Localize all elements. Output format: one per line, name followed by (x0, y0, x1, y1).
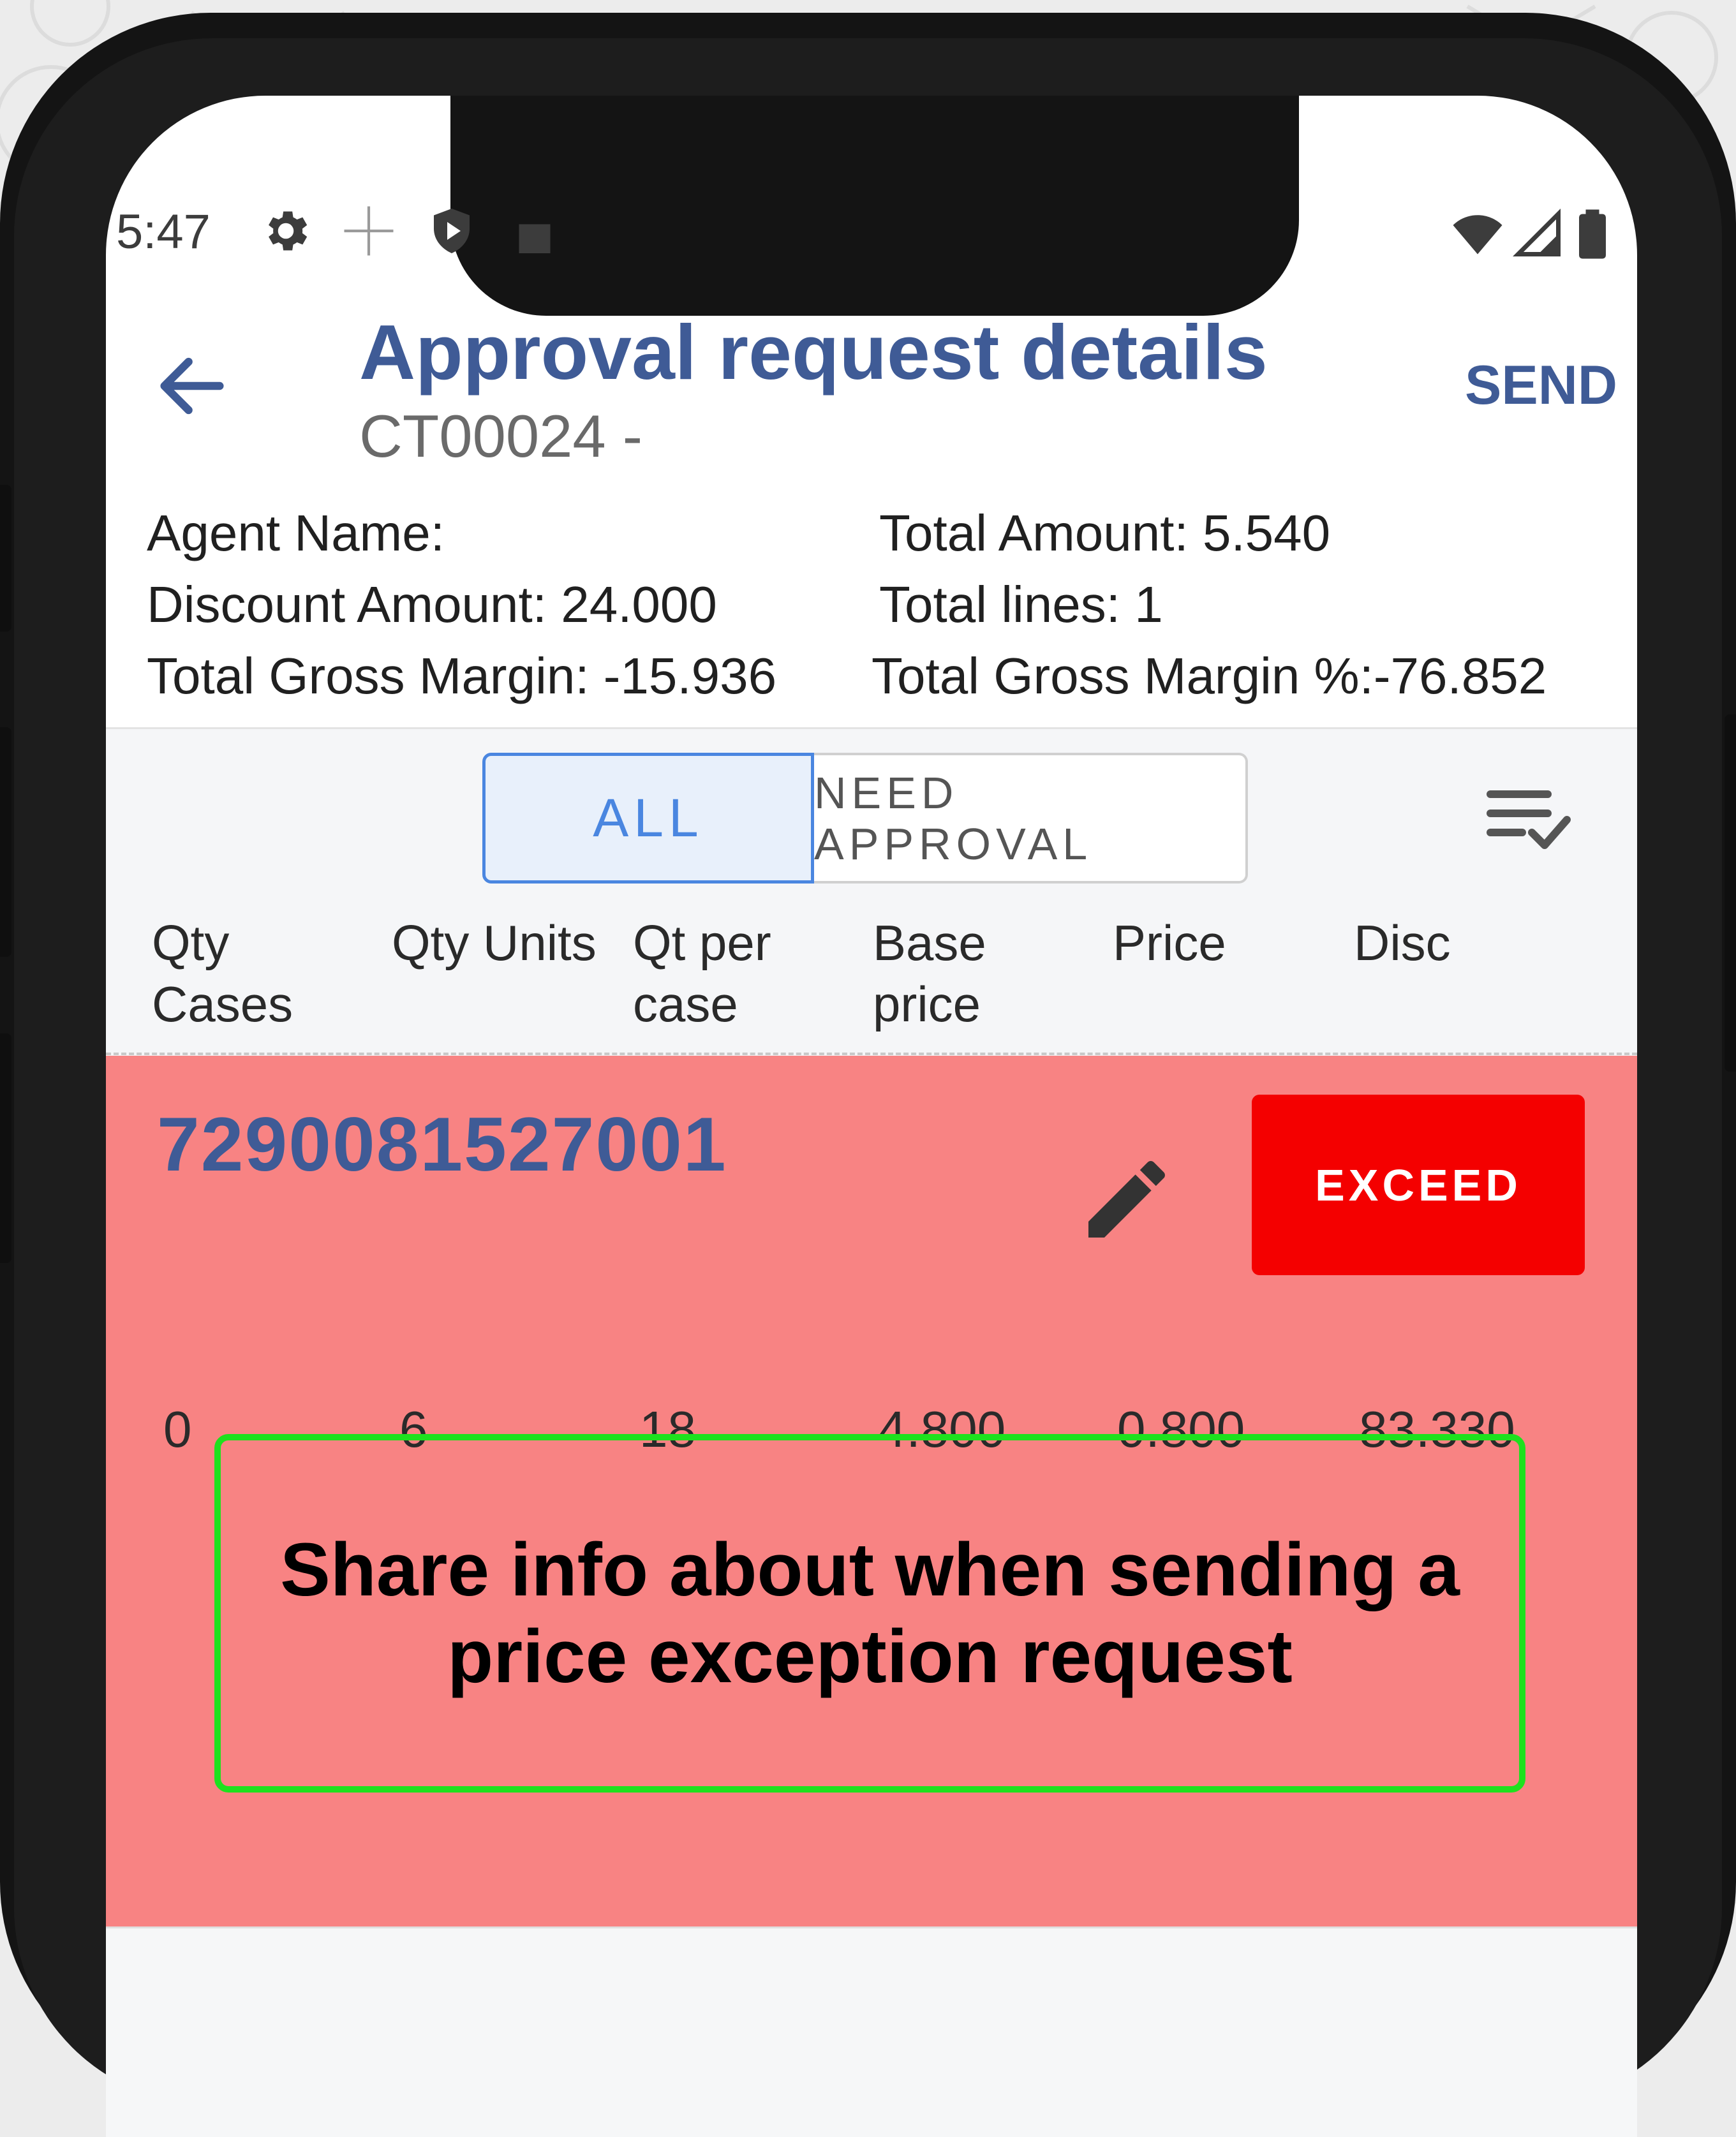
settings-icon (269, 211, 308, 251)
status-time: 5:47 (116, 205, 211, 259)
column-header-qt-per-case: Qt per case (633, 915, 771, 1032)
tab-need-approval[interactable]: NEED APPROVAL (814, 753, 1248, 884)
request-id: CT00024 - (359, 403, 643, 470)
column-header-qty-units: Qty Units (392, 915, 597, 971)
select-all-list-icon[interactable] (1484, 785, 1573, 855)
sd-card-icon (519, 224, 551, 253)
header-divider (106, 1053, 1637, 1055)
page-title: Approval request details (359, 309, 1268, 396)
item-code: 7290081527001 (157, 1102, 727, 1187)
tab-all[interactable]: ALL (482, 753, 814, 884)
total-gross-margin-pct: Total Gross Margin %:-76.852 (872, 647, 1547, 704)
total-amount: Total Amount: 5.540 (879, 505, 1331, 561)
wifi-icon (1453, 215, 1502, 255)
notch (450, 96, 1299, 316)
discount-amount: Discount Amount: 24.000 (147, 576, 717, 633)
cell-qty-cases: 0 (163, 1401, 192, 1458)
total-lines: Total lines: 1 (879, 576, 1163, 633)
shield-play-icon (434, 209, 470, 253)
column-header-price: Price (1113, 915, 1226, 971)
agent-name: Agent Name: (147, 505, 445, 561)
column-header-base-price: Base price (873, 915, 986, 1032)
phone-screen: 5:47 Approval request details CT00024 - … (106, 96, 1637, 2137)
column-header-disc: Disc (1354, 915, 1451, 971)
callout-text: Share info about when sending a price ex… (280, 1528, 1460, 1699)
back-arrow-icon[interactable] (151, 344, 234, 427)
send-button[interactable]: SEND (1465, 354, 1617, 417)
crosshair-icon (344, 206, 394, 256)
side-button (1725, 714, 1736, 1072)
side-button (0, 1033, 11, 1263)
total-gross-margin: Total Gross Margin: -15.936 (147, 647, 777, 704)
signal-icon (1513, 209, 1561, 256)
side-button (0, 485, 11, 632)
column-header-qty-cases: Qty Cases (152, 915, 293, 1032)
bottom-area (106, 1926, 1637, 2137)
battery-icon (1579, 209, 1606, 259)
exceed-status-badge: EXCEED (1252, 1095, 1585, 1275)
edit-pencil-icon[interactable] (1076, 1148, 1178, 1250)
side-button (0, 727, 11, 957)
callout-box: Share info about when sending a price ex… (214, 1434, 1525, 1793)
